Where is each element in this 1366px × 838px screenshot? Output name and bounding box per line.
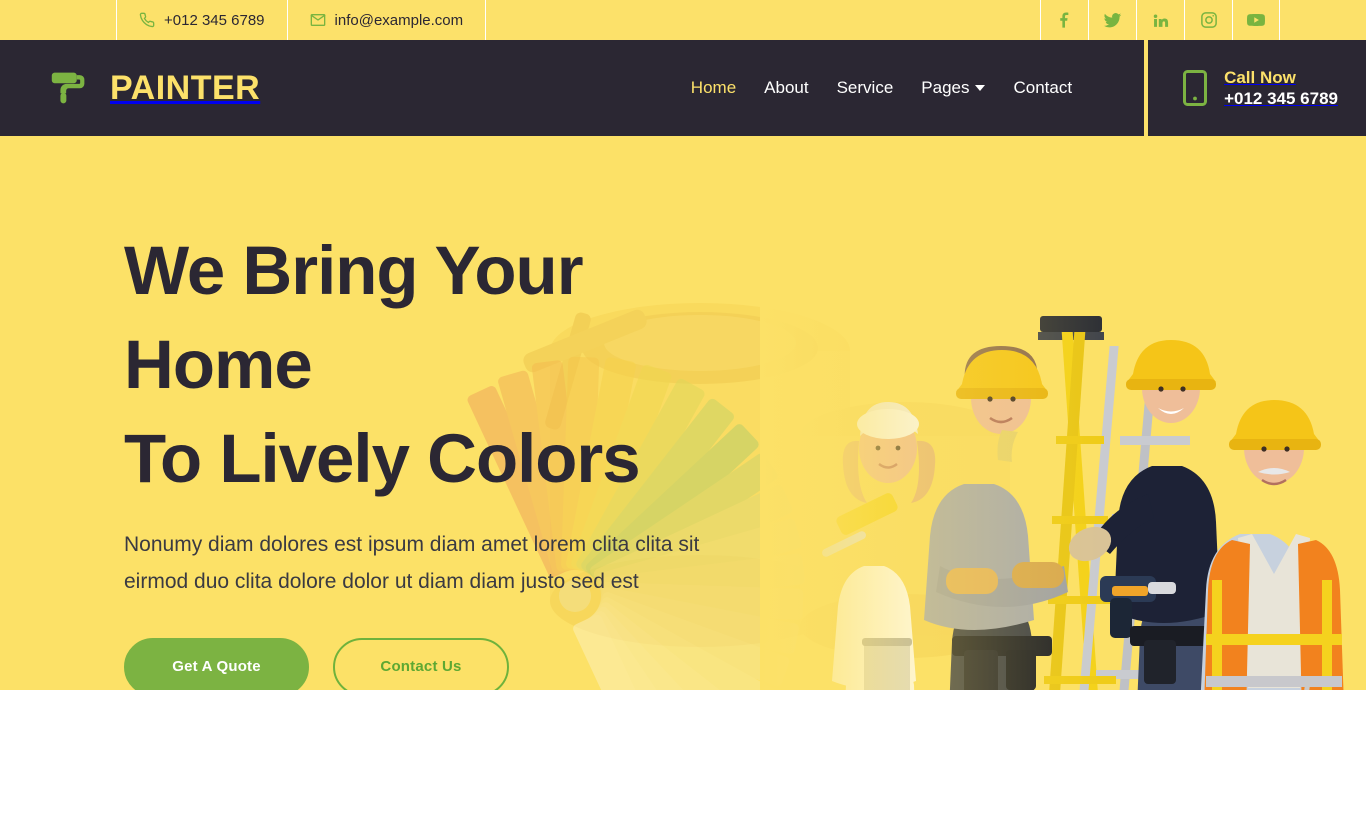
hero-button-group: Get A Quote Contact Us [124, 637, 760, 690]
navbar: PAINTER Home About Service Pages Contact [0, 40, 1366, 150]
nav-item-about[interactable]: About [750, 40, 822, 136]
hero-subtitle-line-2: eirmod duo clita dolore dolor ut diam di… [124, 569, 639, 593]
hero-subtitle: Nonumy diam dolores est ipsum diam amet … [124, 527, 760, 599]
topbar-email-text: info@example.com [334, 11, 464, 29]
hero-title-line-1: We Bring Your Home [124, 232, 584, 403]
top-bar-contact-group: +012 345 6789 info@example.com [116, 0, 487, 40]
nav-item-service[interactable]: Service [823, 40, 908, 136]
page-body-area [0, 690, 1366, 838]
contact-us-button[interactable]: Contact Us [333, 637, 509, 690]
nav-item-pages-label: Pages [921, 78, 970, 97]
top-bar-tail [1280, 0, 1366, 40]
hero-title-line-2: To Lively Colors [124, 419, 641, 497]
top-bar: +012 345 6789 info@example.com [0, 0, 1366, 40]
call-now-label: Call Now [1224, 67, 1296, 87]
hero-subtitle-line-1: Nonumy diam dolores est ipsum diam amet … [124, 533, 700, 557]
navbar-spacer [260, 40, 677, 136]
hero-content: We Bring Your Home To Lively Colors Nonu… [0, 136, 760, 690]
call-now-text: Call Now +012 345 6789 [1224, 67, 1338, 110]
topbar-phone[interactable]: +012 345 6789 [116, 0, 288, 40]
top-bar-spacer [486, 0, 1040, 40]
chevron-down-icon [975, 85, 986, 91]
twitter-icon[interactable] [1088, 0, 1136, 40]
brand-name: PAINTER [110, 68, 261, 107]
facebook-icon[interactable] [1040, 0, 1088, 40]
get-a-quote-button[interactable]: Get A Quote [124, 637, 309, 690]
top-bar-social-group [1040, 0, 1280, 40]
topbar-email[interactable]: info@example.com [288, 0, 487, 40]
instagram-icon[interactable] [1184, 0, 1232, 40]
nav-item-contact-label: Contact [1013, 78, 1073, 97]
phone-icon [139, 12, 155, 28]
brand-logo[interactable]: PAINTER [0, 40, 260, 136]
nav-gap [1086, 40, 1144, 136]
paint-roller-icon [44, 62, 96, 114]
nav-item-home[interactable]: Home [676, 40, 751, 150]
nav-item-pages[interactable]: Pages [907, 40, 999, 136]
hero-title: We Bring Your Home To Lively Colors [124, 224, 760, 505]
mobile-phone-icon [1180, 68, 1210, 108]
hero-section: We Bring Your Home To Lively Colors Nonu… [0, 136, 1366, 690]
call-now-number: +012 345 6789 [1224, 89, 1338, 108]
nav-item-service-label: Service [836, 78, 894, 97]
nav-item-about-label: About [764, 78, 809, 97]
call-now-block[interactable]: Call Now +012 345 6789 [1148, 40, 1366, 136]
nav-item-home-label: Home [690, 78, 737, 97]
topbar-phone-text: +012 345 6789 [164, 11, 265, 29]
youtube-icon[interactable] [1232, 0, 1280, 40]
nav-menu: Home About Service Pages Contact [676, 40, 1086, 150]
nav-item-contact[interactable]: Contact [999, 40, 1086, 136]
envelope-icon [310, 12, 326, 28]
linkedin-icon[interactable] [1136, 0, 1184, 40]
